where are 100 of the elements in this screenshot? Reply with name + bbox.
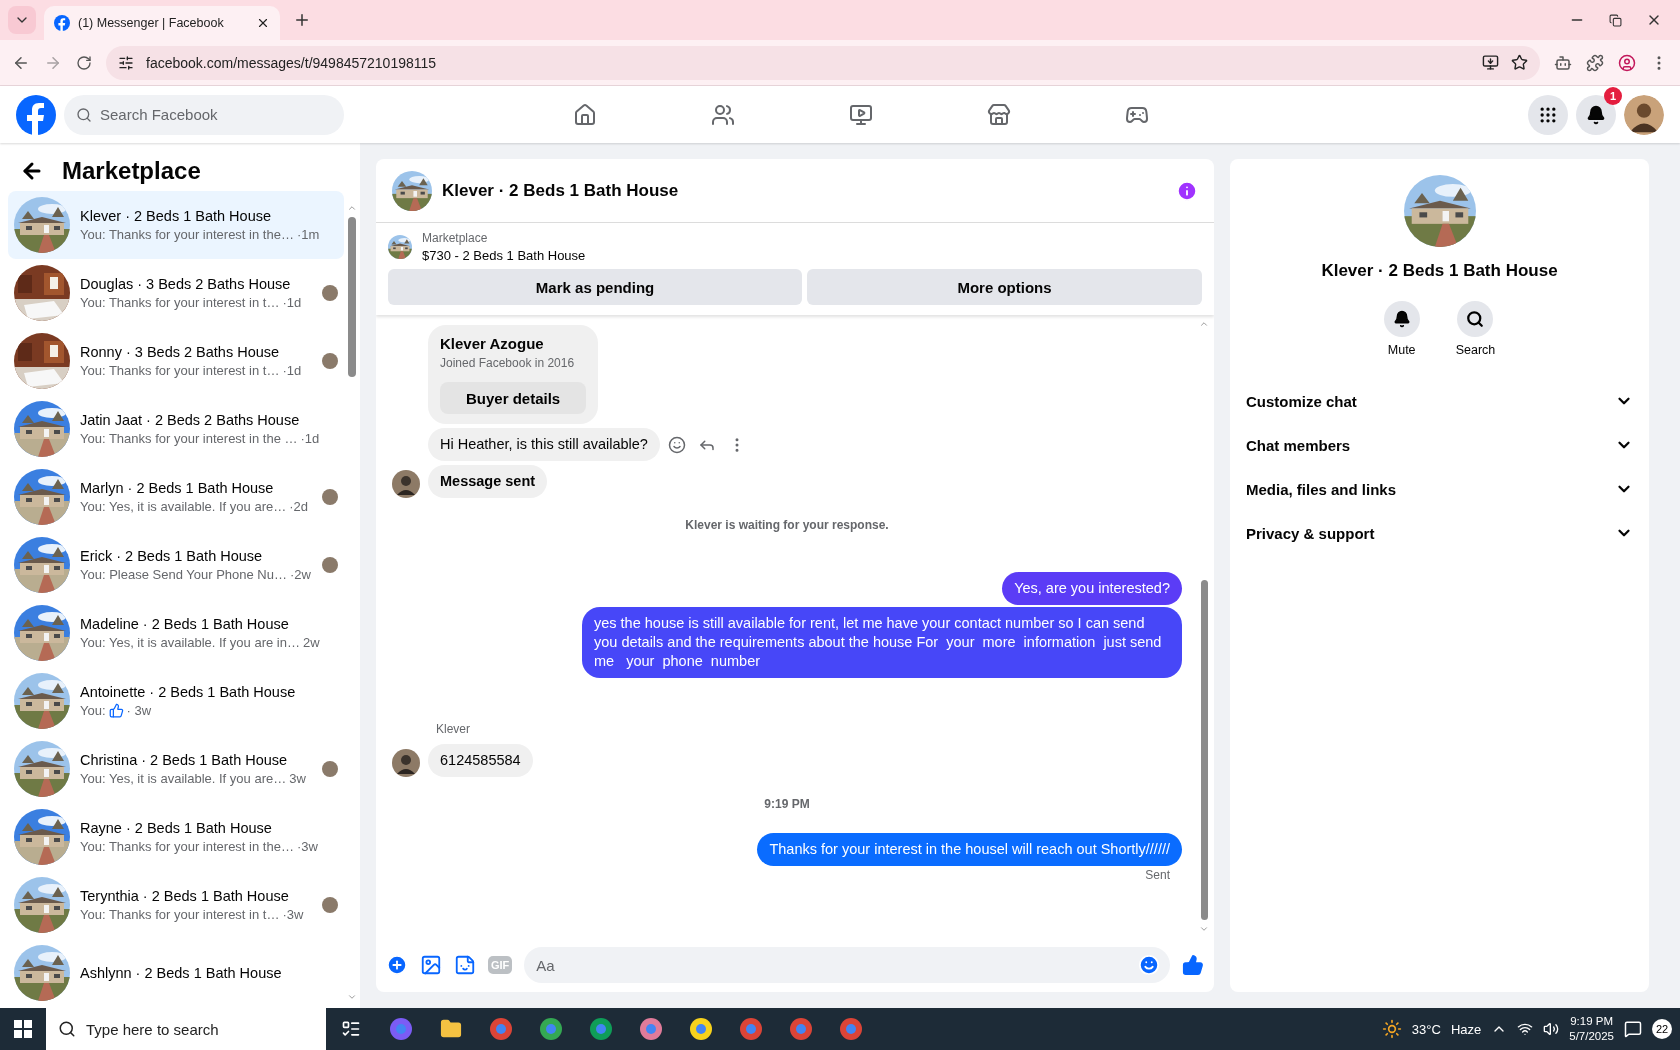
message-time: ·1d <box>300 431 320 446</box>
task-view-icon[interactable] <box>341 1019 361 1039</box>
add-icon[interactable] <box>386 954 408 976</box>
section-header[interactable]: Privacy & support <box>1246 511 1633 555</box>
conversation-item[interactable]: Klever · 2 Beds 1 Bath House You: Thanks for your interest in the… ·1m <box>8 191 344 259</box>
conversation-title: Antoinette · 2 Beds 1 Bath House <box>80 684 297 700</box>
buyer-details-button[interactable]: Buyer details <box>440 382 587 414</box>
message-field[interactable]: Aa <box>524 947 1170 983</box>
facebook-logo[interactable] <box>16 94 56 135</box>
message-bubble: yes the house is still available for rent, let me have your contact number so I can send you details and the requirements about the house For your more information just send me your phone number <box>582 607 1182 678</box>
volume-icon[interactable] <box>1543 1021 1560 1037</box>
conversation-item[interactable]: Douglas · 3 Beds 2 Baths House You: Thanks for your interest in t… ·1d <box>8 259 344 327</box>
conversation-item[interactable]: Christina · 2 Beds 1 Bath House You: Yes, it is available. If you are… 3w <box>8 735 344 803</box>
conversation-title: Ashlynn · 2 Beds 1 Bath House <box>80 965 283 981</box>
menu-grid-button[interactable] <box>1528 94 1568 135</box>
joined-text: Joined Facebook in 2016 <box>440 356 576 370</box>
search-field[interactable]: Search Facebook <box>64 94 344 135</box>
message-time: 2w <box>302 635 320 650</box>
clock-date: 5/7/2025 <box>1569 1029 1614 1044</box>
mark-pending-button[interactable]: Mark as pending <box>388 269 803 305</box>
search-icon <box>76 106 92 123</box>
message-preview: You: Yes, it is available. If you are in… <box>80 635 300 650</box>
conversation-item[interactable]: Jatin Jaat · 2 Beds 2 Baths House You: Thanks for your interest in the … ·1d <box>8 395 344 463</box>
restore-icon[interactable] <box>1609 13 1622 27</box>
close-tab-icon[interactable] <box>256 16 270 30</box>
buyer-name: Klever Azogue <box>440 335 545 352</box>
contact-title: Klever · 2 Beds 1 Bath House <box>1321 261 1558 281</box>
profile-avatar[interactable] <box>1624 94 1664 135</box>
scrollbar-thumb[interactable] <box>1200 580 1208 920</box>
emoji-icon[interactable] <box>667 435 686 454</box>
message-preview: You: Thanks for your interest in the… <box>80 227 294 242</box>
notifications-button[interactable] <box>1576 94 1616 135</box>
conversation-item[interactable]: Antoinette · 2 Beds 1 Bath House You: · 3w <box>8 667 344 735</box>
thumbs-up-icon <box>108 703 124 718</box>
network-icon[interactable] <box>1517 1021 1534 1037</box>
conversation-title: Marlyn · 2 Beds 1 Bath House <box>80 480 275 496</box>
video-icon[interactable] <box>849 102 873 127</box>
section-header[interactable]: Chat members <box>1246 423 1633 467</box>
message-preview: You: Yes, it is available. If you are… <box>80 499 287 514</box>
message-bubble: Hi Heather, is this still available? <box>428 428 660 461</box>
notification-badge: 1 <box>1604 86 1622 105</box>
message-time: · 3w <box>126 703 152 718</box>
like-icon[interactable] <box>1182 954 1204 976</box>
message-time: ·2d <box>289 499 308 514</box>
mute-button[interactable] <box>1383 301 1420 337</box>
conversation-title: Jatin Jaat · 2 Beds 2 Baths House <box>80 412 301 428</box>
store-icon[interactable] <box>987 102 1011 127</box>
action-label: Mute <box>1387 343 1416 357</box>
listing-title: $730 - 2 Beds 1 Bath House <box>422 248 586 263</box>
app-icon[interactable] <box>489 1017 513 1041</box>
conversation-title: Klever · 2 Beds 1 Bath House <box>80 208 273 224</box>
app-icon[interactable] <box>689 1017 713 1041</box>
notifications-icon[interactable] <box>1624 1020 1642 1038</box>
search-button[interactable] <box>1457 301 1494 337</box>
conversation-item[interactable]: Marlyn · 2 Beds 1 Bath House You: Yes, it is available. If you are… ·2d <box>8 463 344 531</box>
sticker-icon[interactable] <box>454 954 476 976</box>
image-icon[interactable] <box>420 954 442 976</box>
folder-icon[interactable] <box>440 1018 462 1040</box>
conversation-title: Rayne · 2 Beds 1 Bath House <box>80 820 273 836</box>
message-preview: You: Please Send Your Phone Nu… <box>80 567 287 582</box>
search-icon <box>1466 310 1485 328</box>
facebook-icon <box>54 15 70 31</box>
app-icon[interactable] <box>789 1017 813 1041</box>
robot-icon[interactable] <box>1554 53 1572 72</box>
bookmark-icon[interactable] <box>1511 54 1528 71</box>
info-icon[interactable] <box>1176 179 1198 202</box>
address-bar[interactable]: facebook.com/messages/t/9498457210198115 <box>106 45 1540 80</box>
conversation-item[interactable]: Rayne · 2 Beds 1 Bath House You: Thanks for your interest in the… ·3w <box>8 803 344 871</box>
app-icon[interactable] <box>589 1017 613 1041</box>
app-icon[interactable] <box>539 1017 563 1041</box>
section-header[interactable]: Media, files and links <box>1246 467 1633 511</box>
chat-title: Klever · 2 Beds 1 Bath House <box>442 180 680 201</box>
conversation-item[interactable]: Ashlynn · 2 Beds 1 Bath House <box>8 939 344 1007</box>
profile-icon[interactable] <box>1618 53 1636 72</box>
app-icon[interactable] <box>389 1017 413 1041</box>
site-info-icon[interactable] <box>118 54 134 71</box>
conversation-item[interactable]: Madeline · 2 Beds 1 Bath House You: Yes, it is available. If you are in… 2w <box>8 599 344 667</box>
section-header[interactable]: Customize chat <box>1246 379 1633 423</box>
bell-icon <box>1392 310 1411 328</box>
more-options-button[interactable]: More options <box>807 269 1202 305</box>
app-icon[interactable] <box>639 1017 663 1041</box>
friends-icon[interactable] <box>711 102 735 127</box>
home-icon[interactable] <box>573 102 597 127</box>
conversation-title: Douglas · 3 Beds 2 Baths House <box>80 276 292 292</box>
app-icon[interactable] <box>839 1017 863 1041</box>
app-icon[interactable] <box>739 1017 763 1041</box>
reload-icon[interactable] <box>76 54 92 71</box>
conversation-item[interactable]: Ronny · 3 Beds 2 Baths House You: Thanks for your interest in t… ·1d <box>8 327 344 395</box>
windows-start-icon[interactable] <box>14 1020 32 1038</box>
message-preview: You: Thanks for your interest in the… <box>80 839 294 854</box>
tab-list-button[interactable] <box>8 6 36 34</box>
conversation-item[interactable]: Erick · 2 Beds 1 Bath House You: Please Send Your Phone Nu… ·2w <box>8 531 344 599</box>
browser-tab[interactable]: (1) Messenger | Facebook <box>44 6 280 40</box>
install-icon[interactable] <box>1482 54 1499 71</box>
extensions-icon[interactable] <box>1586 53 1604 72</box>
sender-name: Klever <box>436 722 471 736</box>
taskbar-search[interactable]: Type here to search <box>46 1008 326 1050</box>
message-bubble: Message sent <box>428 465 548 498</box>
scrollbar-thumb[interactable] <box>348 217 356 377</box>
conversation-item[interactable]: Terynthia · 2 Beds 1 Bath House You: Thanks for your interest in t… ·3w <box>8 871 344 939</box>
